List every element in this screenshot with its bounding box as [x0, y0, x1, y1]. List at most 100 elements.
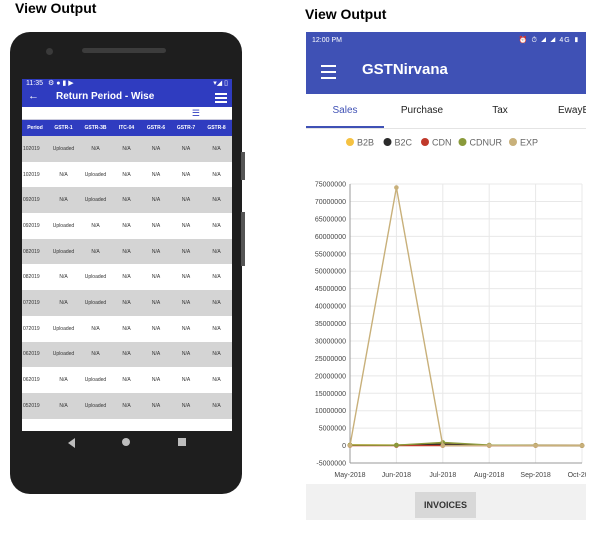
status-cell: N/A — [212, 325, 221, 332]
status-cell: N/A — [59, 171, 68, 178]
return-table-body: 102019 Uploaded N/A N/A N/A N/A N/A 102019 N/A Up… — [22, 136, 232, 419]
status-cell: N/A — [151, 351, 161, 358]
table-row[interactable]: 092019 Uploaded N/A N/A N/A N/A N/A — [22, 213, 232, 239]
status-cell: N/A — [59, 274, 68, 281]
status-cell: N/A — [122, 197, 131, 204]
table-row[interactable]: 092019 N/A Uploaded N/A N/A N/A N/A — [22, 187, 232, 214]
nav-home-icon[interactable] — [122, 438, 130, 446]
table-row[interactable]: 082019 N/A Uploaded N/A N/A N/A N/A — [22, 264, 232, 291]
legend-label: B2C — [395, 138, 413, 148]
legend-marker — [383, 138, 392, 146]
left-caption: View Output — [15, 0, 97, 16]
status-cell: Uploaded — [84, 274, 107, 281]
status-cell: N/A — [122, 351, 131, 358]
period-cell: 072019 — [23, 299, 40, 306]
status-cell: N/A — [122, 222, 131, 229]
tab-purchase[interactable]: Purchase — [384, 94, 460, 128]
return-table-header: Period GSTR-1 GSTR-3B ITC-04 GSTR-6 GSTR-7 GST… — [22, 120, 232, 136]
status-cell: Uploaded — [84, 171, 107, 178]
period-cell: 082019 — [23, 248, 40, 255]
status-cell: N/A — [91, 351, 100, 358]
status-cell: N/A — [122, 274, 131, 281]
invoices-button[interactable]: INVOICES — [415, 492, 476, 518]
status-cell: Uploaded — [52, 325, 75, 332]
table-row[interactable]: 072019 Uploaded N/A N/A N/A N/A N/A — [22, 315, 232, 342]
status-cell: N/A — [59, 197, 68, 204]
x-tick-label: Jul-2018 — [429, 472, 456, 479]
status-cell: N/A — [151, 171, 161, 178]
status-cell: N/A — [122, 325, 131, 332]
status-cell: Uploaded — [52, 145, 75, 152]
status-cell: Uploaded — [52, 248, 75, 255]
status-cell: N/A — [181, 325, 191, 332]
column-header: GSTR-3B — [84, 125, 107, 131]
hamburger-menu-icon[interactable] — [321, 65, 336, 83]
status-cell: N/A — [181, 248, 191, 255]
status-cell: N/A — [181, 377, 191, 384]
column-header: GSTR-6 — [146, 125, 166, 131]
period-cell: 062019 — [23, 351, 40, 358]
data-point-exp — [579, 443, 585, 448]
status-cell: N/A — [212, 402, 221, 409]
data-point-exp — [394, 185, 399, 190]
nav-recents-icon[interactable] — [178, 438, 186, 446]
status-cell: Uploaded — [84, 402, 107, 409]
status-cell: Uploaded — [52, 351, 75, 358]
status-cell: N/A — [212, 377, 221, 384]
phone-status-right: ▾◢ ▯ — [213, 80, 228, 87]
status-cell: N/A — [122, 145, 131, 152]
period-cell: 102019 — [23, 171, 40, 178]
y-tick-label: 10000000 — [315, 408, 346, 415]
tab-bar: Sales Purchase Tax EwayBill — [306, 94, 586, 129]
earpiece-speaker — [82, 48, 166, 53]
filter-settings-icon[interactable]: ☰ — [192, 108, 200, 119]
x-tick-label: May-2018 — [334, 472, 365, 479]
status-cell: N/A — [181, 274, 191, 281]
status-cell: N/A — [91, 325, 100, 332]
status-cell: N/A — [181, 299, 191, 306]
legend-label: B2B — [357, 138, 374, 148]
status-cell: N/A — [151, 248, 161, 255]
status-cell: N/A — [212, 222, 221, 229]
y-tick-label: 15000000 — [315, 391, 346, 398]
hamburger-menu-icon[interactable] — [215, 93, 227, 105]
nav-back-icon[interactable] — [68, 438, 75, 448]
table-row[interactable]: 062019 N/A Uploaded N/A N/A N/A N/A — [22, 367, 232, 393]
table-row[interactable]: 102019 N/A Uploaded N/A N/A N/A N/A — [22, 161, 232, 188]
status-cell: Uploaded — [84, 377, 107, 384]
legend-marker — [421, 138, 429, 146]
status-cell: N/A — [122, 248, 131, 255]
status-cell: N/A — [181, 222, 191, 229]
app-status-icons: ⏰ ⏱ ◢ ◢ 4G ▮ — [518, 37, 580, 44]
sales-chart: B2B B2C CDN CDNUR EXP 75000000 70000000 6500000… — [306, 128, 586, 484]
status-cell: Uploaded — [84, 299, 107, 306]
column-header: Period — [27, 125, 43, 131]
status-cell: N/A — [181, 145, 191, 152]
period-cell: 072019 — [23, 325, 40, 332]
table-row[interactable]: 072019 N/A Uploaded N/A N/A N/A N/A — [22, 290, 232, 316]
tab-sales[interactable]: Sales — [306, 94, 384, 128]
table-row[interactable]: 082019 Uploaded N/A N/A N/A N/A N/A — [22, 238, 232, 265]
y-tick-label: 75000000 — [315, 182, 346, 189]
y-tick-label: 60000000 — [315, 234, 346, 241]
period-cell: 092019 — [23, 197, 40, 204]
table-row[interactable]: 102019 Uploaded N/A N/A N/A N/A N/A — [22, 136, 232, 162]
status-cell: N/A — [151, 197, 161, 204]
phone-page-title: Return Period - Wise — [56, 91, 155, 102]
front-camera — [46, 48, 53, 55]
table-row[interactable]: 062019 Uploaded N/A N/A N/A N/A N/A — [22, 341, 232, 368]
phone-filter-bar: ☰ — [22, 107, 232, 120]
table-row[interactable]: 052019 N/A Uploaded N/A N/A N/A N/A — [22, 392, 232, 419]
status-cell: N/A — [59, 299, 68, 306]
back-arrow-icon[interactable]: ← — [28, 90, 39, 102]
period-cell: 082019 — [23, 274, 40, 281]
status-cell: Uploaded — [52, 222, 75, 229]
x-tick-label: Oct-2018 — [568, 472, 586, 479]
tab-tax[interactable]: Tax — [460, 94, 540, 128]
period-cell: 052019 — [23, 402, 40, 409]
tab-ewaybill[interactable]: EwayBill — [540, 94, 586, 128]
data-point-exp — [440, 443, 446, 448]
status-cell: N/A — [122, 402, 131, 409]
status-cell: N/A — [122, 171, 131, 178]
phone-status-bar: 11:35 ⚙ ● ▮ ▶ ▾◢ ▯ — [22, 79, 232, 89]
